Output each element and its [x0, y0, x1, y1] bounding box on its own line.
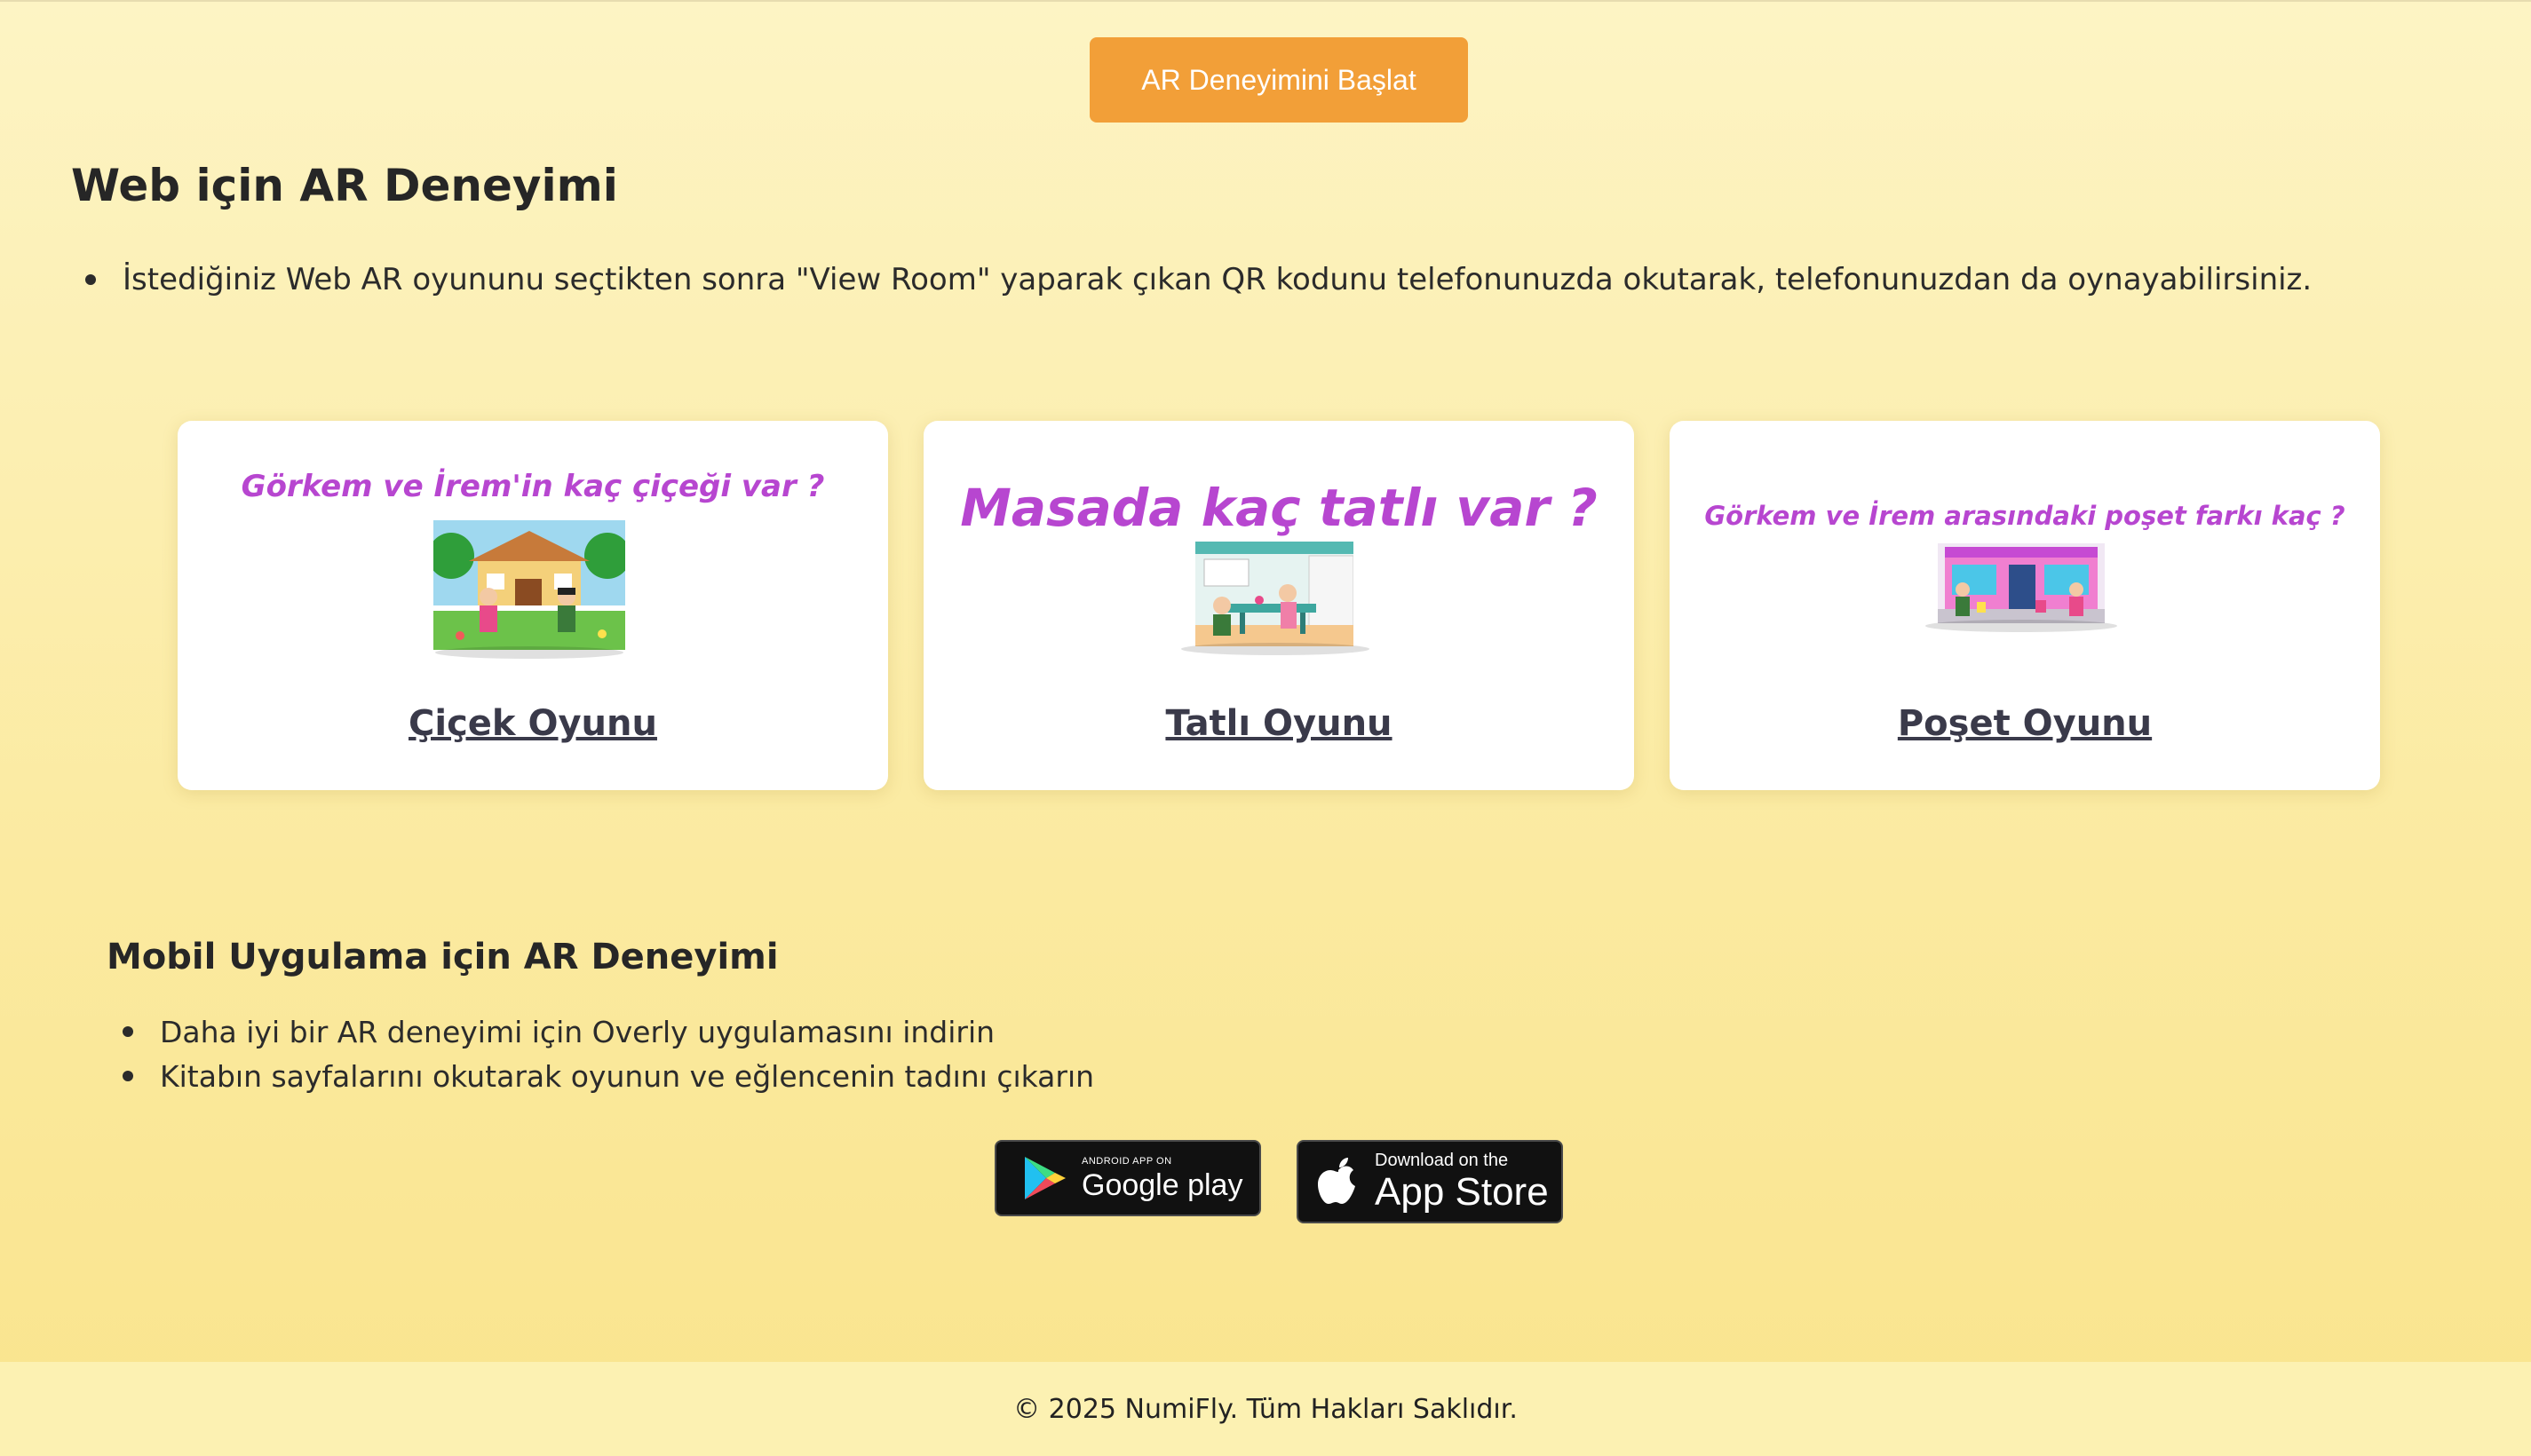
top-divider: [0, 0, 2531, 2]
game-card-cicek: Görkem ve İrem'in kaç çiçeği var ? Çiçek…: [178, 421, 888, 790]
apple-icon: [1318, 1158, 1355, 1204]
app-store-big-text: App Store: [1375, 1170, 1549, 1214]
game-link-poset[interactable]: Poşet Oyunu: [1670, 703, 2380, 744]
list-item: Kitabın sayfalarını okutarak oyunun ve e…: [123, 1054, 1094, 1098]
google-play-badge[interactable]: ANDROID APP ON Google play: [995, 1140, 1261, 1216]
game-image-title: Masada kaç tatlı var ?: [960, 478, 1598, 538]
bullet-icon: [123, 1071, 133, 1081]
app-store-small-text: Download on the: [1375, 1151, 1509, 1170]
bullet-icon: [85, 274, 96, 285]
game-image-title: Görkem ve İrem'in kaç çiçeği var ?: [241, 469, 825, 504]
mobile-ar-title: Mobil Uygulama için AR Deneyimi: [107, 937, 779, 977]
list-item-text: Kitabın sayfalarını okutarak oyunun ve e…: [160, 1058, 1095, 1094]
start-ar-button[interactable]: AR Deneyimini Başlat: [1090, 37, 1468, 123]
google-play-icon: [1025, 1157, 1066, 1199]
list-item: İstediğiniz Web AR oyununu seçtikten son…: [85, 262, 2312, 297]
list-item-text: Daha iyi bir AR deneyimi için Overly uyg…: [160, 1014, 996, 1049]
list-item: Daha iyi bir AR deneyimi için Overly uyg…: [123, 1009, 1094, 1054]
image-shadow: [435, 646, 623, 659]
google-play-big-text: Google play: [1082, 1167, 1243, 1202]
footer: © 2025 NumiFly. Tüm Hakları Saklıdır.: [0, 1362, 2531, 1456]
flower-game-illustration: [433, 520, 625, 650]
game-card-tatli: Masada kaç tatlı var ? Tatlı Oyunu: [924, 421, 1634, 790]
game-link-cicek[interactable]: Çiçek Oyunu: [178, 703, 888, 744]
game-card-poset: Görkem ve İrem arasındaki poşet farkı ka…: [1670, 421, 2380, 790]
instruction-text: İstediğiniz Web AR oyununu seçtikten son…: [123, 262, 2313, 297]
dessert-game-illustration: [1195, 542, 1353, 646]
image-shadow: [1181, 643, 1369, 655]
bullet-icon: [123, 1026, 133, 1037]
copyright-text: © 2025 NumiFly. Tüm Hakları Saklıdır.: [1013, 1393, 1518, 1425]
web-ar-title: Web için AR Deneyimi: [71, 160, 618, 211]
app-store-badge[interactable]: Download on the App Store: [1297, 1140, 1563, 1223]
web-instructions-list: İstediğiniz Web AR oyununu seçtikten son…: [85, 262, 2312, 297]
mobile-instructions-list: Daha iyi bir AR deneyimi için Overly uyg…: [123, 1009, 1094, 1098]
image-shadow: [1925, 620, 2117, 632]
game-image-title: Görkem ve İrem arasındaki poşet farkı ka…: [1704, 501, 2345, 531]
game-link-tatli[interactable]: Tatlı Oyunu: [924, 703, 1634, 744]
bag-game-illustration: [1938, 543, 2105, 623]
google-play-small-text: ANDROID APP ON: [1082, 1155, 1172, 1167]
